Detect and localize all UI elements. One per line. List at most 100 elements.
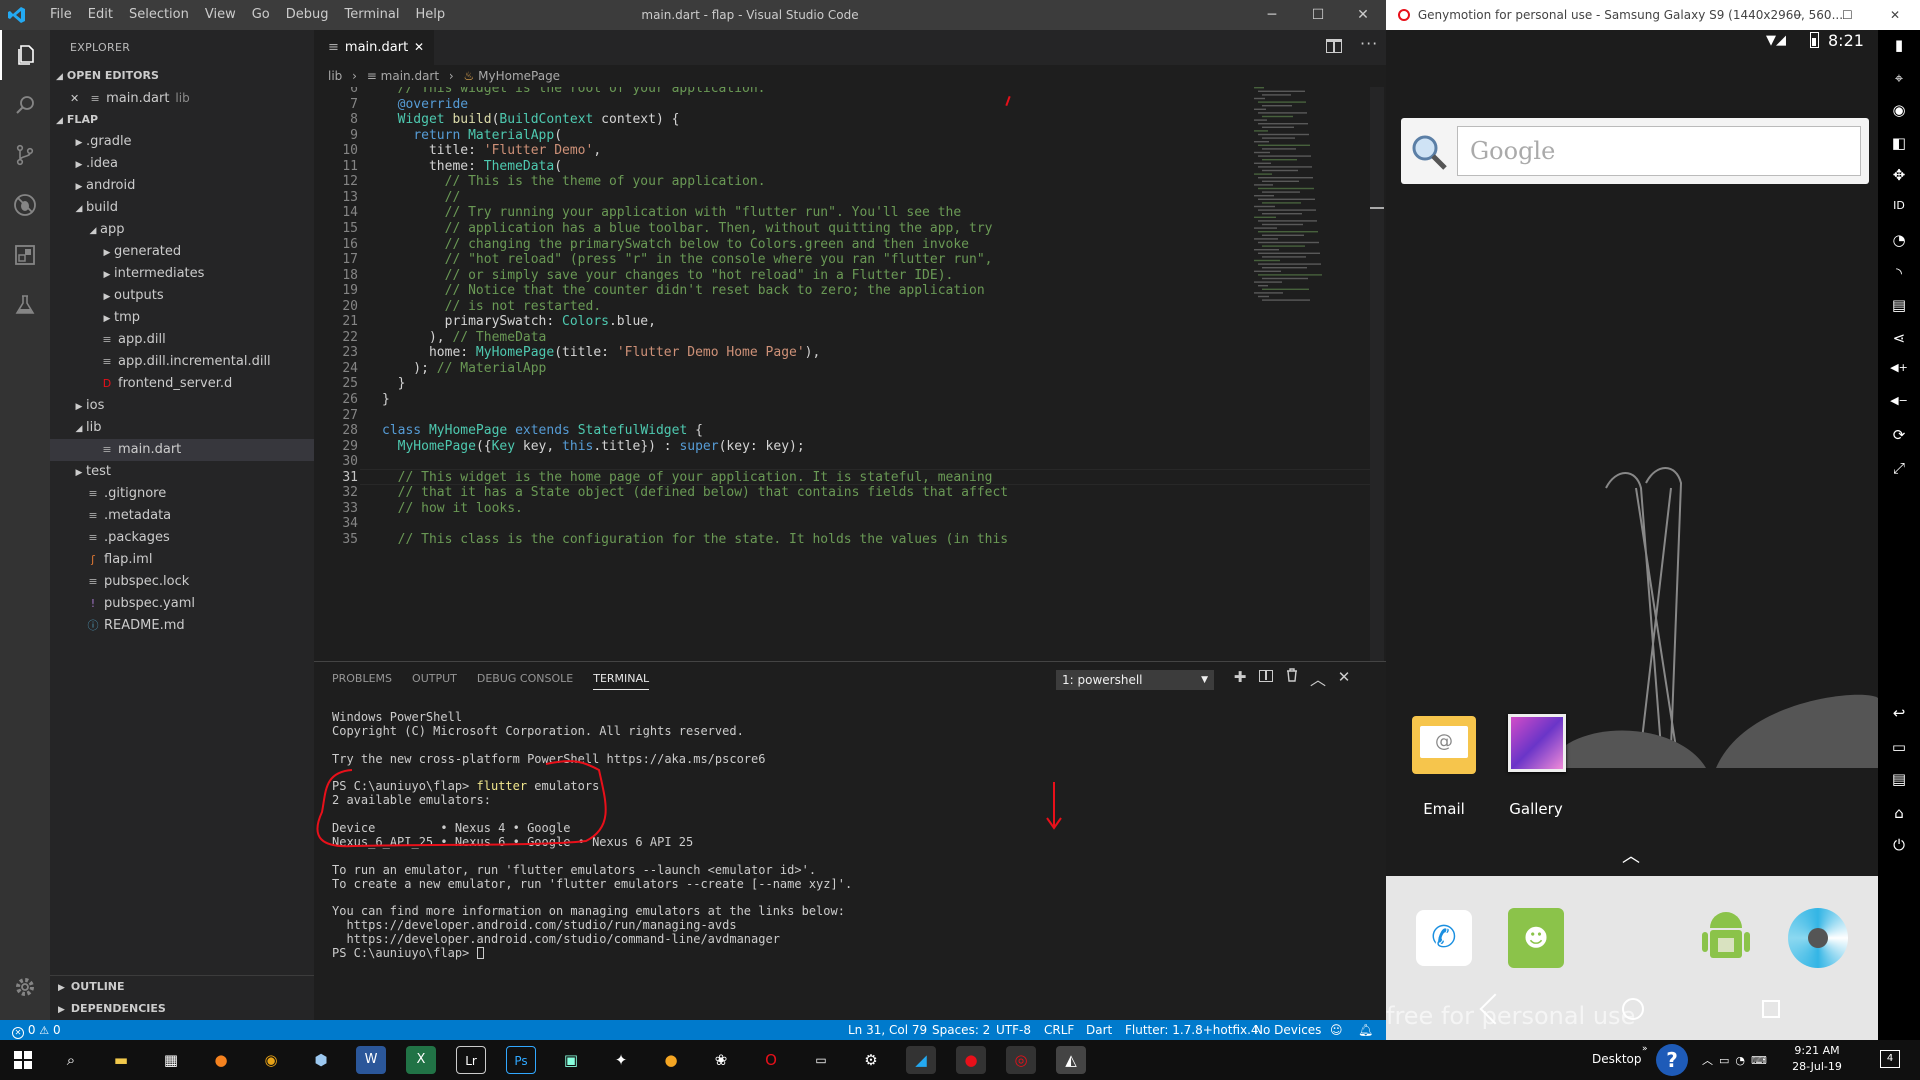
open-editor-item[interactable]: ✕ ≡ main.dart lib (50, 87, 314, 109)
problems-status[interactable]: ✕ 0 ⚠ 0 (12, 1020, 61, 1041)
search-icon[interactable]: ⌕ (56, 1046, 86, 1074)
folder-item[interactable]: ▶ ios (50, 395, 314, 417)
tools-app-icon[interactable]: ⚙ (856, 1046, 886, 1074)
split-editor-icon[interactable] (1326, 39, 1342, 53)
taskbar-time[interactable]: 9:21 AM (1782, 1044, 1852, 1057)
feedback-smiley-icon[interactable]: ☺ (1330, 1020, 1343, 1040)
outline-section[interactable]: ▶ OUTLINE (50, 976, 314, 998)
file-item[interactable]: ʃ flap.iml (50, 549, 314, 571)
file-item[interactable]: ! pubspec.yaml (50, 593, 314, 615)
power-icon[interactable]: ⏻ (1878, 836, 1920, 854)
notification-bell-icon[interactable]: 🔔︎ (1358, 1020, 1373, 1040)
folder-item[interactable]: ◢ lib (50, 417, 314, 439)
debug-icon[interactable] (0, 180, 50, 230)
google-search-input[interactable]: Google (1457, 126, 1861, 176)
folder-item[interactable]: ◢ app (50, 219, 314, 241)
breadcrumb-file[interactable]: main.dart (381, 69, 439, 83)
circle-app-icon[interactable]: ● (656, 1046, 686, 1074)
email-app-icon[interactable]: @ (1412, 716, 1476, 774)
recents-icon[interactable]: ▭ (1878, 738, 1920, 756)
file-item[interactable]: ≡ .gitignore (50, 483, 314, 505)
folder-item[interactable]: ▶ android (50, 175, 314, 197)
more-actions-icon[interactable]: ··· (1360, 34, 1378, 53)
extensions-icon[interactable] (0, 230, 50, 280)
close-tab-icon[interactable]: ✕ (414, 30, 424, 65)
browser-app-icon[interactable] (1788, 908, 1848, 968)
eol-status[interactable]: CRLF (1044, 1020, 1074, 1040)
genymotion-device-icon[interactable]: ◎ (1006, 1046, 1036, 1074)
menu-terminal[interactable]: Terminal (337, 0, 408, 30)
dpad-icon[interactable]: ✥ (1878, 166, 1920, 184)
close-button[interactable]: ✕ (1890, 0, 1900, 30)
settings-gear-icon[interactable] (0, 962, 50, 1012)
animal-app-icon[interactable]: ❀ (706, 1046, 736, 1074)
folder-item[interactable]: ▶ tmp (50, 307, 314, 329)
folder-item[interactable]: ▶ test (50, 461, 314, 483)
dependencies-section[interactable]: ▶ DEPENDENCIES (50, 998, 314, 1020)
image-viewer-icon[interactable]: ▣ (556, 1046, 586, 1074)
messaging-app-icon[interactable]: ☻ (1508, 908, 1564, 968)
app-drawer-arrow-icon[interactable]: ︿ (1622, 842, 1640, 868)
breadcrumb-symbol[interactable]: MyHomePage (478, 69, 560, 83)
test-flask-icon[interactable] (0, 280, 50, 330)
folder-item[interactable]: ▶ .gradle (50, 131, 314, 153)
file-item[interactable]: Dfrontend_server.d (50, 373, 314, 395)
language-status[interactable]: Dart (1086, 1020, 1112, 1040)
encoding-status[interactable]: UTF-8 (996, 1020, 1031, 1040)
file-item[interactable]: ≡ pubspec.lock (50, 571, 314, 593)
sms-icon[interactable]: ▤ (1878, 296, 1920, 314)
folder-item[interactable]: ▶ .idea (50, 153, 314, 175)
minimap[interactable] (1254, 87, 1364, 327)
media-icon[interactable]: ◔ (1878, 231, 1920, 249)
recents-nav-icon[interactable] (1762, 1000, 1780, 1018)
menu-selection[interactable]: Selection (121, 0, 197, 30)
file-item[interactable]: ≡ .metadata (50, 505, 314, 527)
id-icon[interactable]: ID (1878, 199, 1920, 212)
android-screen[interactable]: ▼◢ 8:21 Google @ Email Gallery ︿ ✆ ☻ fre… (1386, 30, 1878, 1040)
folder-item[interactable]: ▶ generated (50, 241, 314, 263)
device-status[interactable]: No Devices (1254, 1020, 1321, 1040)
gallery-app-icon[interactable] (1508, 714, 1566, 772)
menu-debug[interactable]: Debug (278, 0, 337, 30)
file-item[interactable]: ≡ app.dill.incremental.dill (50, 351, 314, 373)
folder-item[interactable]: ▶ intermediates (50, 263, 314, 285)
flutter-version-status[interactable]: Flutter: 1.7.8+hotfix.4 (1125, 1020, 1259, 1040)
close-button[interactable]: ✕ (1340, 0, 1386, 30)
word-icon[interactable]: W (356, 1046, 386, 1074)
battery-icon[interactable]: ▮ (1878, 36, 1920, 54)
file-item[interactable]: ≡ .packages (50, 527, 314, 549)
menu-go[interactable]: Go (244, 0, 278, 30)
close-editor-icon[interactable]: ✕ (70, 88, 84, 110)
open-editors-section[interactable]: ◢ OPEN EDITORS (50, 65, 314, 87)
windows-start-icon[interactable] (8, 1046, 38, 1074)
excel-icon[interactable]: X (406, 1046, 436, 1074)
menu-help[interactable]: Help (407, 0, 453, 30)
rotate-icon[interactable]: ⟳ (1878, 426, 1920, 444)
fullscreen-icon[interactable]: ⤢ (1878, 459, 1920, 477)
photos-app-icon[interactable]: ◭ (1056, 1046, 1086, 1074)
breadcrumb-lib[interactable]: lib (328, 69, 342, 83)
calculator-icon[interactable]: ▦ (156, 1046, 186, 1074)
desktop-toolbar-label[interactable]: Desktop (1592, 1052, 1642, 1066)
folder-item[interactable]: ◢ build (50, 197, 314, 219)
game-app-icon[interactable]: ✦ (606, 1046, 636, 1074)
action-center-icon[interactable]: 4 (1880, 1050, 1900, 1068)
menu-icon[interactable]: ▤ (1878, 770, 1920, 788)
gps-icon[interactable]: ⌖ (1878, 69, 1920, 87)
source-control-icon[interactable] (0, 130, 50, 180)
back-icon[interactable]: ↩ (1878, 704, 1920, 722)
cube-app-icon[interactable]: ⬢ (306, 1046, 336, 1074)
home-nav-icon[interactable] (1622, 998, 1644, 1020)
maximize-button[interactable]: ☐ (1295, 0, 1341, 30)
cursor-position[interactable]: Ln 31, Col 79 (848, 1020, 927, 1040)
home-icon[interactable]: ⌂ (1878, 804, 1920, 822)
folder-section[interactable]: ◢ FLAP (50, 109, 314, 131)
menu-file[interactable]: File (42, 0, 80, 30)
explorer-icon[interactable] (0, 30, 50, 80)
help-icon[interactable]: ? (1656, 1044, 1688, 1076)
minimize-button[interactable]: ─ (1794, 0, 1801, 30)
video-icon[interactable]: ◧ (1878, 134, 1920, 152)
menu-view[interactable]: View (197, 0, 244, 30)
rss-icon[interactable]: ◝ (1878, 264, 1920, 282)
file-item[interactable]: ⓘ README.md (50, 615, 314, 637)
